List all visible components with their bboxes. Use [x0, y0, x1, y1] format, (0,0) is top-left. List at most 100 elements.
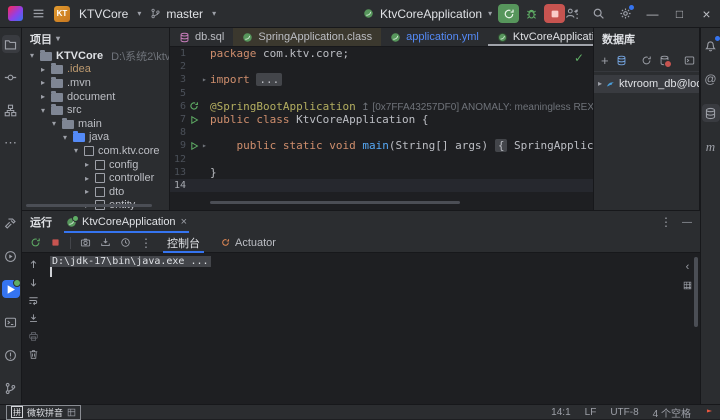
rerun-application-icon[interactable] [30, 237, 41, 248]
problems-tool-icon[interactable] [2, 346, 20, 364]
run-config-name[interactable]: KtvCoreApplication [380, 7, 482, 21]
project-name[interactable]: KTVCore [79, 7, 128, 21]
tree-item-main[interactable]: ▾main [22, 117, 169, 131]
vcs-tool-icon[interactable] [2, 379, 20, 397]
fold-chevron-icon[interactable]: ▸ [202, 141, 210, 150]
window-maximize-button[interactable]: □ [666, 0, 693, 27]
console-tab[interactable]: 控制台 [161, 233, 206, 253]
fold-chevron-icon[interactable]: ▸ [202, 75, 210, 84]
stop-process-icon[interactable] [50, 237, 61, 248]
chevron-right-icon[interactable]: ▸ [39, 78, 47, 87]
tree-item-config[interactable]: ▸config [22, 158, 169, 172]
ime-keyboard-icon[interactable] [67, 408, 76, 417]
debug-bug-icon[interactable] [525, 7, 538, 20]
rerun-button[interactable] [498, 4, 519, 23]
run-gutter-icon[interactable] [189, 141, 202, 151]
caret-position[interactable]: 14:1 [551, 407, 570, 418]
thread-dump-camera-icon[interactable] [80, 237, 91, 248]
ai-assistant-icon[interactable]: @ [702, 70, 720, 88]
project-tool-icon[interactable] [2, 35, 20, 53]
chevron-down-icon[interactable]: ▾ [39, 106, 47, 115]
search-everywhere-icon[interactable] [585, 0, 612, 27]
run-tab-close-icon[interactable]: × [181, 216, 187, 228]
editor-tab-SpringApplication.class[interactable]: SpringApplication.class [233, 28, 381, 46]
tree-item-java[interactable]: ▾java [22, 131, 169, 145]
commit-tool-icon[interactable] [2, 68, 20, 86]
file-encoding[interactable]: UTF-8 [610, 407, 638, 418]
tree-item-KTVCore[interactable]: ▾KTVCoreD:\系统2\ktv2\ktv\KTVCor [22, 49, 169, 63]
tree-item-dto[interactable]: ▸dto [22, 185, 169, 199]
db-console-icon[interactable] [684, 55, 695, 66]
clear-all-icon[interactable] [28, 349, 39, 360]
next-occurrence-icon[interactable] [28, 277, 39, 288]
tree-item-controller[interactable]: ▸controller [22, 171, 169, 185]
editor-tab-application.yml[interactable]: application.yml [381, 28, 488, 46]
project-view-chevron-icon[interactable]: ▾ [56, 35, 60, 43]
chevron-down-icon[interactable]: ▾ [28, 51, 36, 60]
project-chevron-icon[interactable]: ▾ [137, 10, 141, 18]
window-minimize-button[interactable]: — [639, 0, 666, 27]
soft-wrap-icon[interactable] [28, 295, 39, 306]
chevron-down-icon[interactable]: ▾ [50, 119, 58, 128]
settings-gear-icon[interactable] [612, 0, 639, 27]
inspection-ok-icon[interactable]: ✓ [574, 51, 584, 65]
code-with-me-icon[interactable] [558, 0, 585, 27]
editor-horizontal-scrollbar[interactable] [210, 201, 460, 204]
db-refresh-icon[interactable] [641, 55, 652, 66]
chevron-right-icon[interactable]: ▸ [598, 80, 602, 88]
console-vertical-scrollbar[interactable] [694, 257, 698, 327]
history-clock-icon[interactable] [120, 237, 131, 248]
chevron-right-icon[interactable]: ▸ [39, 92, 47, 101]
tree-item-com.ktv.core[interactable]: ▾com.ktv.core [22, 144, 169, 158]
run-panel-hide-icon[interactable]: — [682, 217, 692, 228]
chevron-right-icon[interactable]: ▸ [83, 160, 91, 169]
run-panel-more-icon[interactable]: ⋮ [660, 215, 672, 229]
run-tab[interactable]: KtvCoreApplication × [62, 211, 191, 233]
rerun-gutter-icon[interactable] [189, 101, 202, 111]
notification-flag-icon[interactable] [705, 408, 714, 417]
console-output[interactable]: D:\jdk-17\bin\java.exe ... [44, 254, 700, 404]
editor-tab-KtvCoreApplication.java[interactable]: KtvCoreApplication.java× [488, 28, 594, 46]
db-properties-icon[interactable] [616, 55, 627, 66]
console-more-icon[interactable]: ⋮ [140, 236, 152, 250]
code-viewport[interactable]: 1package com.ktv.core;23▸import ...56@Sp… [170, 47, 593, 192]
branch-chevron-icon[interactable]: ▾ [212, 10, 216, 18]
chevron-right-icon[interactable]: ▸ [83, 174, 91, 183]
actuator-tab[interactable]: Actuator [215, 233, 282, 253]
tree-item-src[interactable]: ▾src [22, 103, 169, 117]
branch-name[interactable]: master [166, 7, 203, 21]
scroll-to-end-icon[interactable] [28, 313, 39, 324]
editor-tab-db.sql[interactable]: db.sql [170, 28, 233, 46]
run-tool-icon[interactable] [2, 280, 20, 298]
window-close-button[interactable]: × [693, 0, 720, 27]
ime-widget[interactable]: 拼 微软拼音 [6, 405, 81, 420]
maven-tool-icon[interactable]: m [702, 138, 720, 156]
main-menu-icon[interactable] [32, 7, 45, 20]
chevron-right-icon[interactable]: ▸ [83, 187, 91, 196]
db-connection-row[interactable]: ▸ ktvroom_db@localhost [594, 75, 699, 93]
terminal-tool-icon[interactable] [2, 313, 20, 331]
structure-tool-icon[interactable] [2, 101, 20, 119]
tree-item-document[interactable]: ▸document [22, 90, 169, 104]
tree-item-.mvn[interactable]: ▸.mvn [22, 76, 169, 90]
notifications-bell-icon[interactable] [702, 36, 720, 54]
db-disconnect-icon[interactable] [659, 55, 670, 66]
services-tool-icon[interactable] [2, 247, 20, 265]
chevron-down-icon[interactable]: ▾ [72, 146, 80, 155]
print-icon[interactable] [28, 331, 39, 342]
more-tools-icon[interactable]: ⋯ [2, 134, 20, 152]
db-add-icon[interactable]: + [601, 54, 609, 67]
dump-to-file-icon[interactable] [100, 237, 111, 248]
prev-occurrence-icon[interactable] [28, 259, 39, 270]
indent-style[interactable]: 4 个空格 [653, 405, 691, 420]
console-grid-icon[interactable] [683, 281, 692, 290]
chevron-down-icon[interactable]: ▾ [61, 133, 69, 142]
build-tool-icon[interactable] [2, 214, 20, 232]
run-gutter-icon[interactable] [189, 115, 202, 125]
tree-item-.idea[interactable]: ▸.idea [22, 63, 169, 77]
chevron-right-icon[interactable]: ▸ [39, 65, 47, 74]
line-separator[interactable]: LF [585, 407, 597, 418]
run-config-chevron-icon[interactable]: ▾ [488, 10, 492, 18]
collapse-console-icon[interactable]: ‹ [686, 261, 690, 273]
project-horizontal-scrollbar[interactable] [26, 204, 152, 207]
